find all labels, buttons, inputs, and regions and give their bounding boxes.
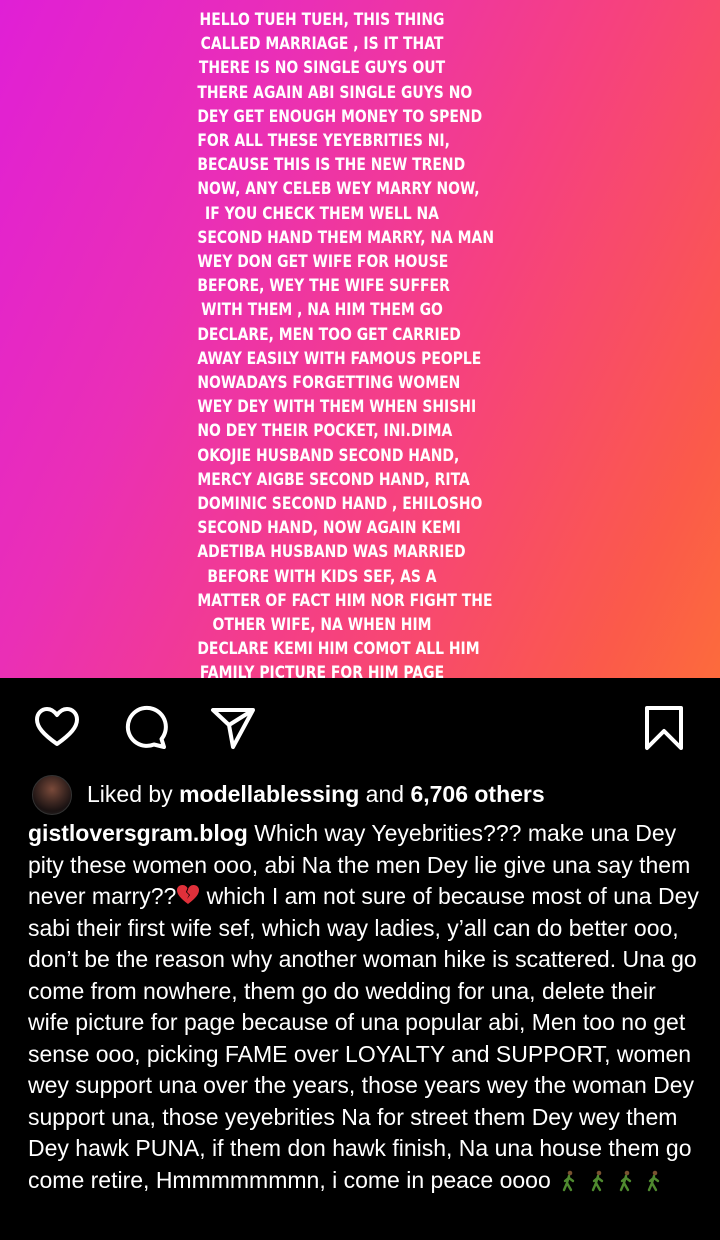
- caption-text-part2: which I am not sure of because most of u…: [28, 883, 699, 1193]
- heart-icon[interactable]: [33, 704, 81, 752]
- post-text-line: DEY GET ENOUGH MONEY TO SPEND: [197, 106, 483, 127]
- post-text-line: BEFORE, WEY THE WIFE SUFFER: [197, 276, 450, 297]
- post-text-line: WEY DON GET WIFE FOR HOUSE: [197, 252, 449, 273]
- post-text-line: NOW, ANY CELEB WEY MARRY NOW,: [197, 179, 480, 200]
- post-text-line: SECOND HAND THEM MARRY, NA MAN: [197, 227, 495, 248]
- send-icon[interactable]: [209, 704, 257, 752]
- post-text-line: OTHER WIFE, NA WHEN HIM: [212, 615, 432, 636]
- post-text-line: BECAUSE THIS IS THE NEW TREND: [197, 155, 466, 176]
- post-text-line: HELLO TUEH TUEH, THIS THING: [199, 10, 445, 30]
- likes-and: and: [365, 781, 405, 807]
- post-text-line: SECOND HAND, NOW AGAIN KEMI: [197, 518, 461, 539]
- post-text-line: FOR ALL THESE YEYEBRITIES NI,: [197, 131, 450, 152]
- post-text-line: MATTER OF FACT HIM NOR FIGHT THE: [197, 590, 493, 611]
- post-text-line: AWAY EASILY WITH FAMOUS PEOPLE: [197, 348, 482, 369]
- post-text-line: DECLARE, MEN TOO GET CARRIED: [197, 324, 461, 345]
- broken-heart-emoji: [176, 883, 200, 907]
- caption: gistloversgram.blog Which way Yeyebritie…: [28, 818, 700, 1196]
- post-text: HELLO TUEH TUEH, THIS THING CALLED MARRIA…: [197, 8, 495, 678]
- post-text-line: BEFORE WITH KIDS SEF, AS A: [207, 566, 437, 587]
- post-text-line: ADETIBA HUSBAND WAS MARRIED: [197, 542, 466, 563]
- post-text-line: OKOJIE HUSBAND SECOND HAND,: [197, 445, 460, 466]
- post-text-line: IF YOU CHECK THEM WELL NA: [205, 203, 439, 224]
- likes-count[interactable]: 6,706 others: [410, 781, 544, 807]
- post-actions-bar: [0, 678, 720, 768]
- post-text-line: MERCY AIGBE SECOND HAND, RITA: [197, 469, 470, 490]
- likes-prefix: Liked by: [87, 781, 173, 807]
- post-text-line: WEY DEY WITH THEM WHEN SHISHI: [197, 397, 477, 418]
- post-text-line: NOWADAYS FORGETTING WOMEN: [197, 373, 461, 394]
- likes-text[interactable]: Liked by modellablessing and 6,706 other…: [87, 781, 545, 808]
- caption-username[interactable]: gistloversgram.blog: [28, 820, 248, 846]
- walking-person-icon: [559, 1169, 579, 1191]
- walking-emojis: [557, 1167, 664, 1193]
- post-text-line: THERE AGAIN ABI SINGLE GUYS NO: [197, 82, 473, 103]
- post-text-line: FAMILY PICTURE FOR HIM PAGE: [199, 663, 445, 678]
- post-text-line: NO DEY THEIR POCKET, INI.DIMA: [197, 421, 453, 442]
- comment-icon[interactable]: [121, 704, 169, 752]
- walking-person-icon: [644, 1169, 664, 1191]
- liker-username[interactable]: modellablessing: [179, 781, 359, 807]
- avatar[interactable]: [32, 775, 72, 815]
- post-text-line: CALLED MARRIAGE , IS IT THAT: [200, 34, 444, 55]
- walking-person-icon: [588, 1169, 608, 1191]
- likes-row: Liked by modellablessing and 6,706 other…: [0, 770, 720, 820]
- post-text-line: THERE IS NO SINGLE GUYS OUT: [198, 58, 446, 79]
- walking-person-icon: [616, 1169, 636, 1191]
- bookmark-icon[interactable]: [640, 704, 688, 752]
- post-text-line: DECLARE KEMI HIM COMOT ALL HIM: [197, 639, 480, 660]
- post-image[interactable]: HELLO TUEH TUEH, THIS THING CALLED MARRIA…: [0, 0, 720, 678]
- post-text-line: WITH THEM , NA HIM THEM GO: [201, 300, 443, 321]
- post-text-line: DOMINIC SECOND HAND , EHILOSHO: [197, 494, 483, 515]
